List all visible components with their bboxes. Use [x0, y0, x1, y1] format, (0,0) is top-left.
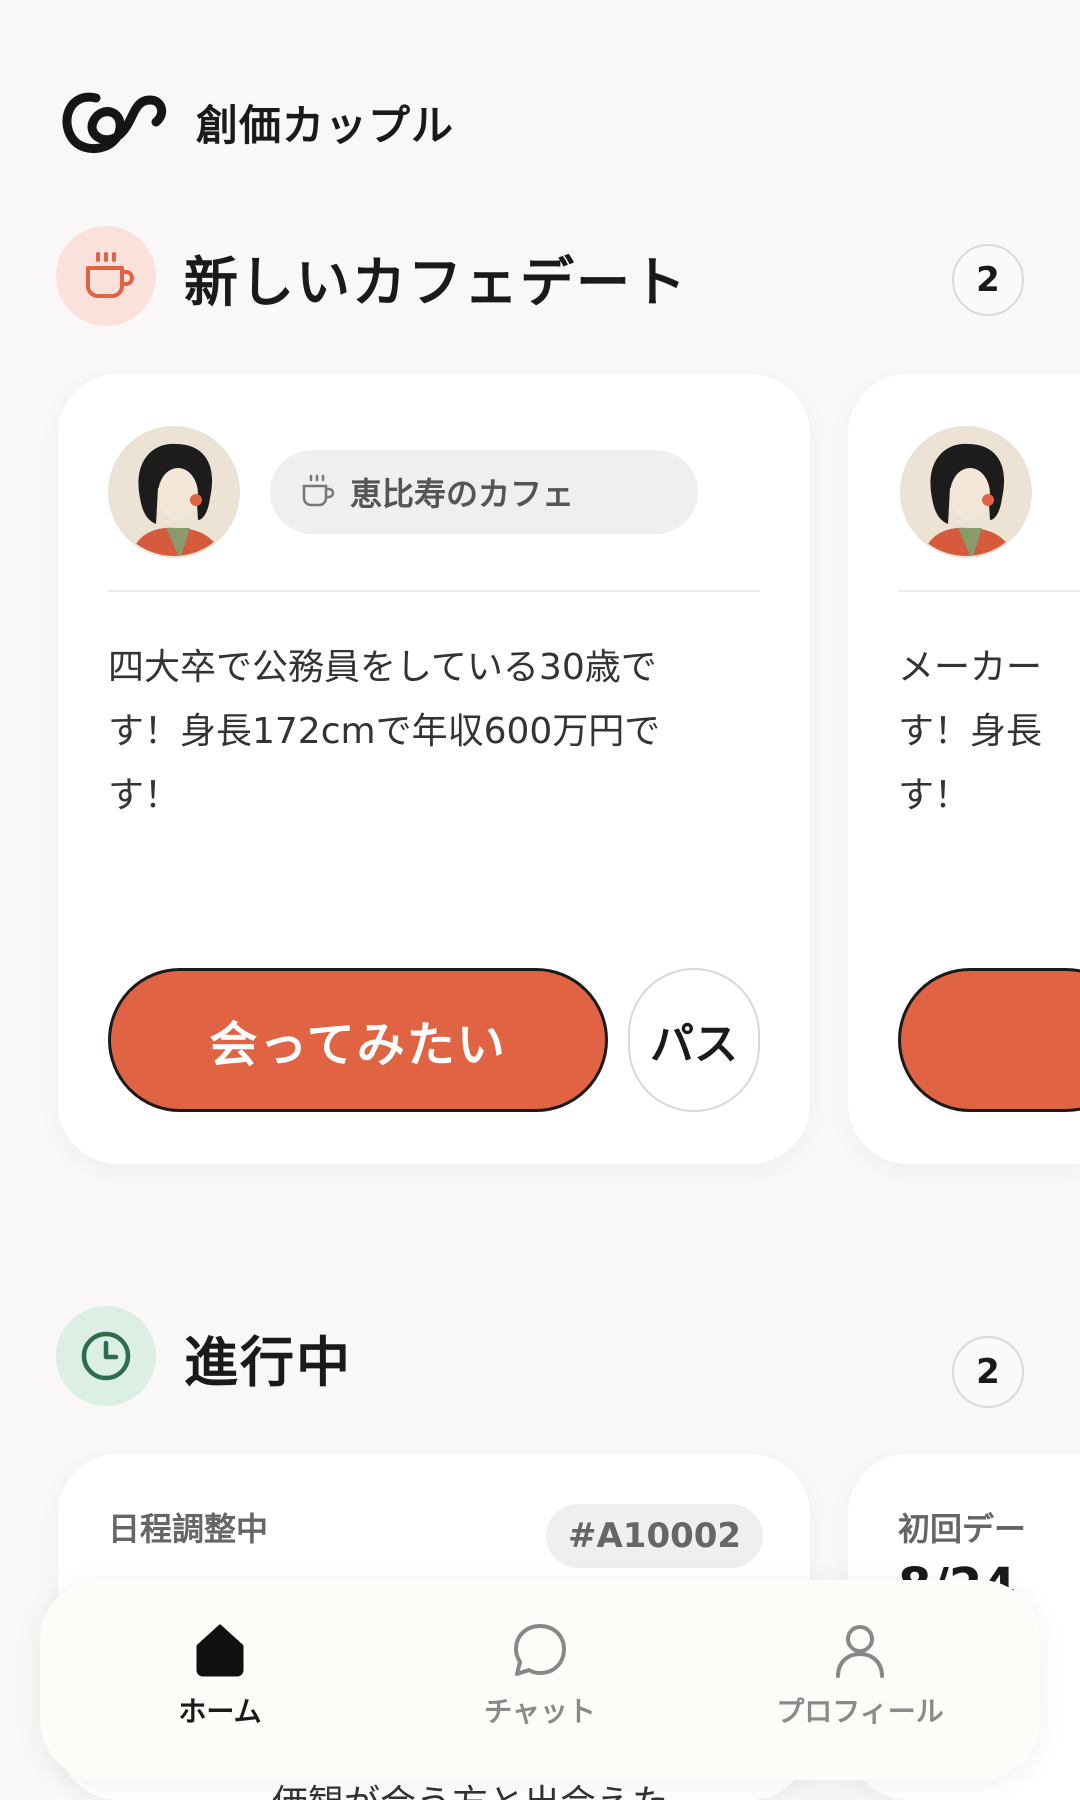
- cafe-section-title: 新しいカフェデート: [184, 251, 688, 314]
- profile-line: 四大卒で公務員をしている30歳で: [108, 647, 657, 688]
- clock-icon: [56, 1306, 156, 1406]
- meet-button[interactable]: 会ってみたい: [108, 968, 608, 1112]
- profile-line: メーカー: [898, 647, 1043, 688]
- profile-description: メーカー す！身長 す！: [898, 636, 1080, 828]
- app-header: 創価カップル: [58, 86, 454, 158]
- nav-home[interactable]: ホーム: [60, 1580, 380, 1780]
- bottom-nav: ホーム チャット プロフィール: [40, 1580, 1040, 1780]
- profile-line: す！身長: [898, 711, 1043, 752]
- coffee-cup-icon: [302, 474, 335, 507]
- coffee-icon: [56, 226, 156, 326]
- profile-line: す！: [108, 775, 181, 816]
- profile-line: す！身長172cmで年収600万円で: [108, 711, 661, 752]
- nav-chat[interactable]: チャット: [380, 1580, 700, 1780]
- app-logo-icon: [62, 92, 167, 153]
- nav-home-label: ホーム: [178, 1695, 262, 1728]
- cafe-date-card[interactable]: 恵比寿のカフェ 四大卒で公務員をしている30歳で す！身長172cmで年収600…: [58, 374, 810, 1164]
- location-pill: 恵比寿のカフェ: [270, 450, 698, 534]
- status-label: 初回デー: [898, 1510, 1027, 1548]
- pass-button[interactable]: パス: [628, 968, 760, 1112]
- location-label: 恵比寿のカフェ: [350, 475, 575, 513]
- profile-line: す！: [898, 775, 971, 816]
- app-title: 創価カップル: [196, 100, 455, 150]
- nav-chat-label: チャット: [484, 1695, 596, 1728]
- avatar[interactable]: [900, 426, 1032, 558]
- meet-button[interactable]: [898, 968, 1080, 1112]
- id-badge: #A10002: [546, 1504, 764, 1568]
- progress-section-title: 進行中: [184, 1331, 352, 1394]
- divider: [898, 590, 1080, 592]
- cafe-count-badge: 2: [952, 244, 1024, 316]
- progress-count-badge: 2: [952, 1336, 1024, 1408]
- progress-section-header: 進行中 2: [56, 1306, 1024, 1408]
- avatar[interactable]: [108, 426, 240, 558]
- nav-profile[interactable]: プロフィール: [700, 1580, 1020, 1780]
- status-label: 日程調整中: [108, 1510, 269, 1548]
- cafe-section-header: 新しいカフェデート 2: [56, 226, 1024, 326]
- nav-profile-label: プロフィール: [776, 1695, 944, 1728]
- chat-bubble-icon: [514, 1624, 566, 1676]
- home-icon: [196, 1624, 244, 1677]
- divider: [108, 590, 760, 592]
- user-icon: [836, 1625, 884, 1678]
- cafe-date-card[interactable]: メーカー す！身長 す！: [848, 374, 1080, 1164]
- profile-description: 四大卒で公務員をしている30歳で す！身長172cmで年収600万円で す！: [108, 636, 748, 828]
